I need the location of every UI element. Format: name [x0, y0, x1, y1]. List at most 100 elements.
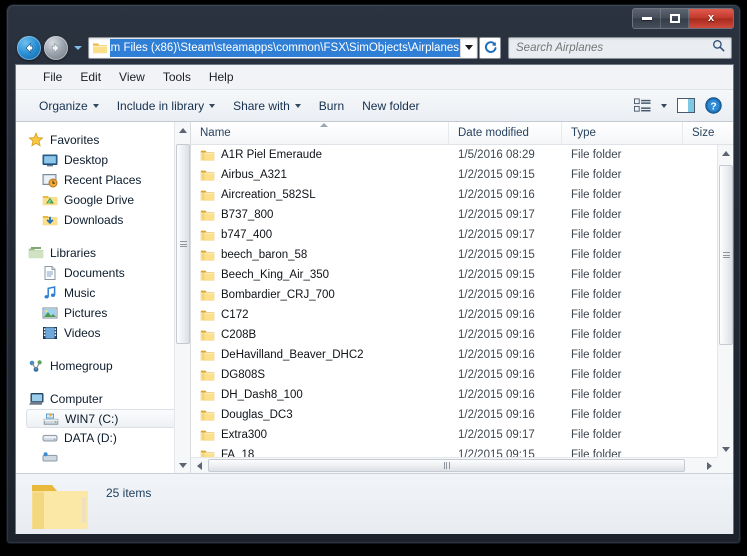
table-row[interactable]: Airbus_A321 1/2/2015 09:15 File folder: [191, 165, 717, 185]
organize-button[interactable]: Organize: [30, 95, 108, 117]
file-list-hscrollbar[interactable]: [191, 457, 717, 473]
file-type-cell: File folder: [571, 269, 622, 281]
table-row[interactable]: DeHavilland_Beaver_DHC2 1/2/2015 09:16 Fil…: [191, 345, 717, 365]
table-row[interactable]: Extra300 1/2/2015 09:17 File folder: [191, 425, 717, 445]
table-row[interactable]: beech_baron_58 1/2/2015 09:15 File folder: [191, 245, 717, 265]
address-dropdown-button[interactable]: [460, 37, 477, 58]
sidebar-item-desktop[interactable]: Desktop: [16, 150, 190, 170]
burn-button[interactable]: Burn: [310, 95, 353, 117]
table-row[interactable]: FA_18 1/2/2015 09:15 File folder: [191, 445, 717, 457]
file-type-cell: File folder: [571, 289, 622, 301]
table-row[interactable]: Douglas_DC3 1/2/2015 09:16 File folder: [191, 405, 717, 425]
command-bar: Organize Include in library Share with B…: [16, 90, 733, 122]
column-header-name-label: Name: [200, 127, 231, 139]
file-name-cell: DG808S: [191, 365, 449, 385]
column-header-size[interactable]: Size: [683, 122, 733, 144]
file-size-cell: [683, 165, 717, 185]
file-name-cell: A1R Piel Emeraude: [191, 145, 449, 165]
file-list-scroll-down-button[interactable]: [718, 441, 733, 457]
view-dropdown-button[interactable]: [656, 101, 672, 111]
address-bar[interactable]: ram Files (x86)\Steam\steamapps\common\F…: [88, 36, 478, 59]
sidebar-scroll-up-button[interactable]: [175, 122, 190, 138]
include-in-library-button[interactable]: Include in library: [108, 95, 224, 117]
sidebar-scrollbar[interactable]: [174, 122, 190, 473]
sidebar-group-favorites[interactable]: Favorites: [16, 130, 190, 150]
file-type-cell: File folder: [571, 449, 622, 457]
table-row[interactable]: Aircreation_582SL 1/2/2015 09:16 File fold…: [191, 185, 717, 205]
column-header-date-label: Date modified: [458, 127, 529, 139]
file-name-label: Aircreation_582SL: [221, 189, 316, 201]
preview-pane-button[interactable]: [672, 95, 700, 116]
back-button[interactable]: [17, 35, 41, 60]
new-folder-button[interactable]: New folder: [353, 95, 428, 117]
sidebar-item-clipped[interactable]: [16, 448, 190, 468]
file-list-scrollbar[interactable]: [717, 145, 733, 473]
sidebar-scroll-down-button[interactable]: [175, 457, 190, 473]
table-row[interactable]: C208B 1/2/2015 09:16 File folder: [191, 325, 717, 345]
sidebar-group-computer[interactable]: Computer: [16, 389, 190, 409]
maximize-button[interactable]: [661, 9, 689, 28]
sidebar-group-favorites-label: Favorites: [50, 133, 100, 147]
grip-icon: [443, 461, 450, 469]
forward-button[interactable]: [44, 35, 68, 60]
share-with-button[interactable]: Share with: [224, 95, 310, 117]
minimize-button[interactable]: [633, 9, 661, 28]
sidebar-item-recent-places[interactable]: Recent Places: [16, 170, 190, 190]
file-name-label: Douglas_DC3: [221, 409, 293, 421]
menu-item-file[interactable]: File: [34, 67, 71, 87]
sidebar-item-google-drive-label: Google Drive: [64, 193, 135, 207]
hscroll-left-button[interactable]: [191, 458, 207, 474]
refresh-button[interactable]: [479, 36, 501, 59]
table-row[interactable]: C172 1/2/2015 09:16 File folder: [191, 305, 717, 325]
table-row[interactable]: A1R Piel Emeraude 1/5/2016 08:29 File fold…: [191, 145, 717, 165]
sidebar-group-homegroup-label: Homegroup: [50, 359, 113, 373]
sidebar-item-downloads[interactable]: Downloads: [16, 210, 190, 230]
libraries-icon: [28, 247, 44, 259]
file-list-scroll-up-button[interactable]: [718, 145, 733, 161]
hscroll-track[interactable]: [207, 458, 701, 474]
sidebar-item-win7-c[interactable]: WIN7 (C:): [26, 409, 184, 428]
change-view-button[interactable]: [629, 95, 656, 116]
table-row[interactable]: b747_400 1/2/2015 09:17 File folder: [191, 225, 717, 245]
menu-item-view[interactable]: View: [110, 67, 154, 87]
sidebar-item-data-d[interactable]: DATA (D:): [16, 428, 190, 448]
table-row[interactable]: Beech_King_Air_350 1/2/2015 09:15 File fol…: [191, 265, 717, 285]
sidebar-scroll-thumb[interactable]: [176, 144, 190, 344]
menu-item-edit[interactable]: Edit: [71, 67, 110, 87]
column-header-date-modified[interactable]: Date modified: [449, 122, 562, 144]
column-header-row: Name Date modified Type Size: [191, 122, 733, 145]
column-header-type[interactable]: Type: [562, 122, 683, 144]
file-date-cell: 1/2/2015 09:16: [458, 309, 535, 321]
file-type-cell: File folder: [571, 209, 622, 221]
hscroll-right-button[interactable]: [701, 458, 717, 474]
sidebar-item-videos[interactable]: Videos: [16, 323, 190, 343]
downloads-icon: [42, 216, 58, 226]
address-path-value: ram Files (x86)\Steam\steamapps\common\F…: [110, 41, 459, 54]
file-type-cell: File folder: [571, 309, 622, 321]
sidebar-group-libraries[interactable]: Libraries: [16, 243, 190, 263]
sidebar-item-google-drive[interactable]: Google Drive: [16, 190, 190, 210]
file-list-scroll-thumb[interactable]: [719, 165, 733, 345]
search-input[interactable]: [509, 41, 710, 54]
file-size-cell: [683, 145, 717, 165]
history-dropdown-button[interactable]: [72, 31, 83, 64]
file-type-cell: File folder: [571, 169, 622, 181]
hscroll-thumb[interactable]: [208, 458, 685, 472]
sidebar-item-music[interactable]: Music: [16, 283, 190, 303]
table-row[interactable]: Bombardier_CRJ_700 1/2/2015 09:16 File fol…: [191, 285, 717, 305]
column-header-name[interactable]: Name: [191, 122, 449, 144]
table-row[interactable]: DH_Dash8_100 1/2/2015 09:16 File folder: [191, 385, 717, 405]
close-button[interactable]: x: [689, 9, 733, 28]
help-button[interactable]: ?: [700, 94, 727, 117]
menu-item-help[interactable]: Help: [200, 67, 243, 87]
sidebar-item-pictures[interactable]: Pictures: [16, 303, 190, 323]
back-arrow-icon: [25, 42, 33, 53]
menu-item-tools[interactable]: Tools: [154, 67, 200, 87]
table-row[interactable]: B737_800 1/2/2015 09:17 File folder: [191, 205, 717, 225]
search-box[interactable]: [508, 36, 732, 59]
sidebar-group-homegroup[interactable]: Homegroup: [16, 356, 190, 376]
table-row[interactable]: DG808S 1/2/2015 09:16 File folder: [191, 365, 717, 385]
sidebar-item-pictures-label: Pictures: [64, 306, 108, 320]
sidebar-item-documents[interactable]: Documents: [16, 263, 190, 283]
